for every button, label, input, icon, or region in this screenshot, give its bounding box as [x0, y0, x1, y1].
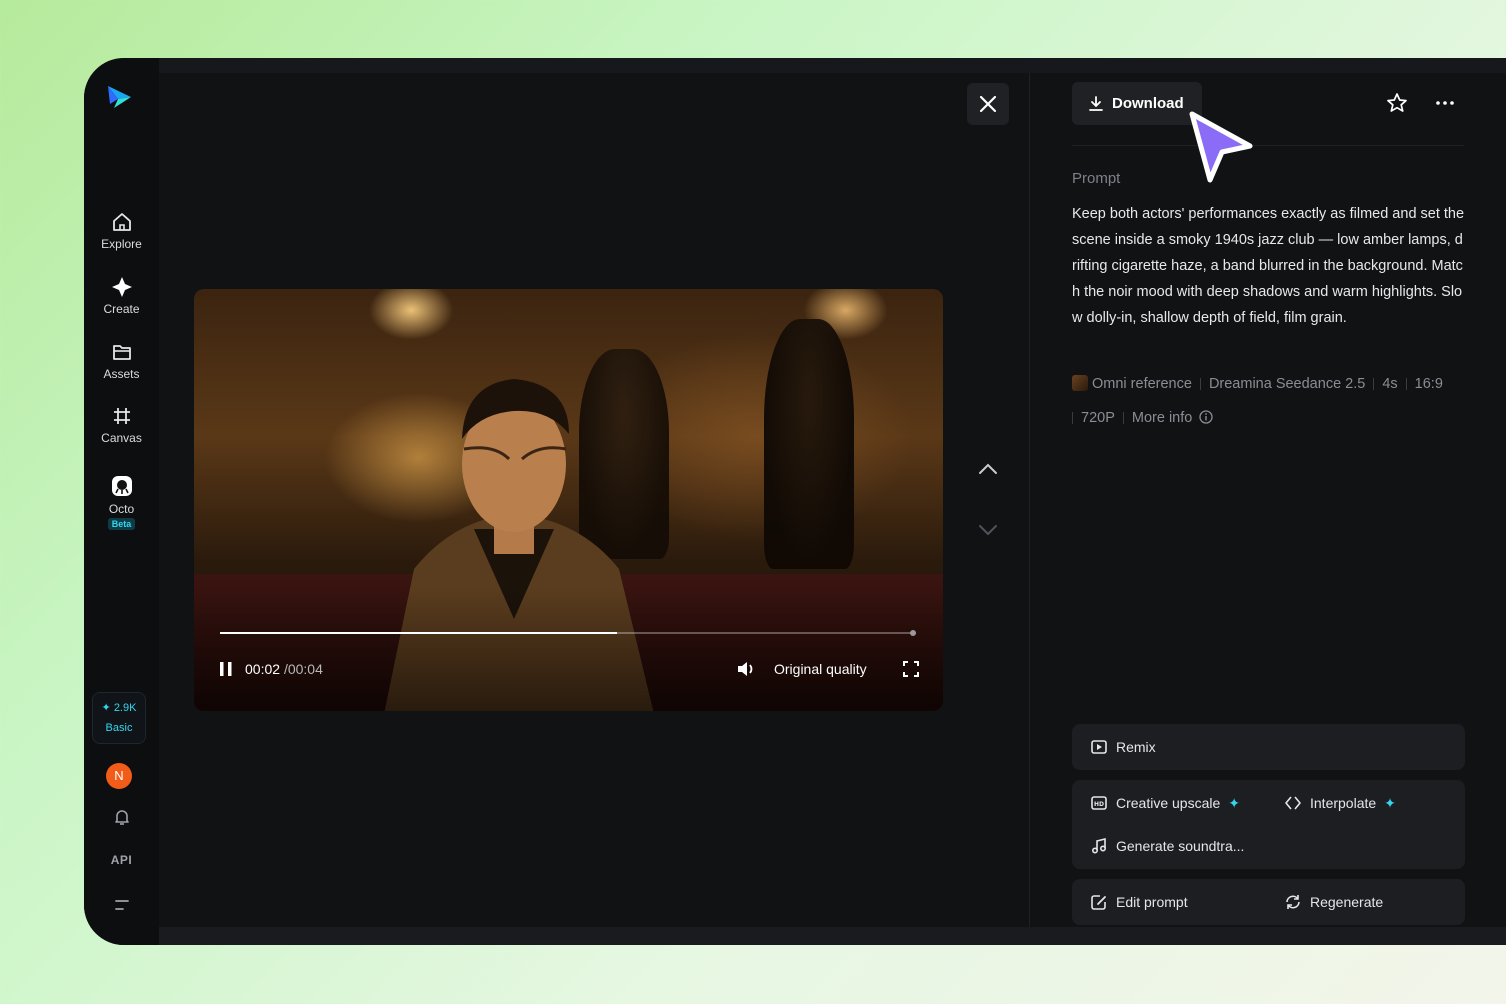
sidebar-item-create[interactable]: Create [84, 276, 159, 316]
more-info-label: More info [1131, 410, 1193, 426]
progress-bar[interactable] [220, 630, 916, 636]
more-info-link[interactable]: More info [1131, 410, 1214, 426]
canvas-icon [113, 408, 130, 424]
interpolate-button[interactable]: Interpolate ✦ [1284, 794, 1396, 812]
folder-icon [112, 345, 131, 360]
avatar[interactable]: N [106, 763, 132, 789]
next-button[interactable] [977, 519, 999, 541]
octo-icon [111, 476, 132, 496]
meta-duration: 4s [1382, 376, 1398, 392]
top-strip [159, 58, 1506, 73]
interpolate-icon [1285, 796, 1301, 810]
sparkle-icon: ✦ [101, 702, 111, 714]
fullscreen-button[interactable] [903, 661, 919, 680]
sidebar-item-explore[interactable]: Explore [84, 211, 159, 251]
beta-badge: Beta [107, 518, 136, 530]
plan-label: Basic [105, 722, 133, 734]
remix-panel[interactable]: Remix [1072, 724, 1465, 770]
progress-fill [220, 632, 617, 634]
meta-resolution: 720P [1081, 410, 1115, 426]
quality-selector[interactable]: Original quality [774, 661, 867, 677]
sidebar-item-assets[interactable]: Assets [84, 341, 159, 381]
close-icon [979, 95, 997, 113]
credits-badge[interactable]: ✦ 2.9K Basic [92, 692, 146, 744]
sparkle-icon: ✦ [1228, 794, 1241, 811]
generation-meta: Omni reference Dreamina Seedance 2.5 4s 16:… [1072, 367, 1472, 435]
previous-button[interactable] [977, 458, 999, 480]
chevron-down-icon [979, 525, 997, 536]
api-link[interactable]: API [84, 853, 159, 867]
remix-label: Remix [1116, 739, 1156, 755]
sidebar: Explore Create Assets Canvas Octo Beta ✦… [84, 58, 159, 945]
edit-panel: Edit prompt Regenerate [1072, 879, 1465, 925]
home-icon [112, 213, 131, 231]
pause-icon [220, 662, 232, 676]
creative-upscale-button[interactable]: HD Creative upscale ✦ [1090, 794, 1240, 812]
edit-prompt-label: Edit prompt [1116, 894, 1188, 910]
edit-icon [1091, 895, 1106, 910]
volume-button[interactable] [736, 660, 756, 681]
generate-soundtrack-button[interactable]: Generate soundtra... [1090, 837, 1244, 855]
video-player[interactable]: 00:02 /00:04 Original quality [194, 289, 943, 711]
refresh-icon [1286, 895, 1300, 909]
interpolate-label: Interpolate [1310, 795, 1377, 811]
sparkle-icon [111, 277, 132, 297]
pointer-cursor-icon [1189, 111, 1253, 183]
close-button[interactable] [967, 83, 1009, 125]
edit-prompt-button[interactable]: Edit prompt [1090, 893, 1188, 911]
prompt-text: Keep both actors' performances exactly a… [1072, 206, 1465, 326]
sidebar-item-octo[interactable]: Octo Beta [84, 474, 159, 530]
reference-thumbnail [1072, 375, 1088, 391]
creative-upscale-label: Creative upscale [1116, 795, 1221, 811]
detail-panel: Download Prompt Keep both actors' perfor… [1030, 73, 1506, 927]
meta-reference: Omni reference [1092, 376, 1192, 392]
music-note-icon [1091, 837, 1107, 854]
meta-ratio: 16:9 [1414, 376, 1443, 392]
sidebar-item-label: Create [103, 302, 140, 316]
more-options-button[interactable] [1434, 92, 1456, 119]
download-label: Download [1112, 95, 1184, 112]
progress-end [910, 630, 916, 636]
chevron-up-icon [979, 463, 997, 474]
regenerate-label: Regenerate [1310, 894, 1384, 910]
favorite-button[interactable] [1386, 92, 1408, 119]
enhance-panel: HD Creative upscale ✦ Interpolate ✦ Gene… [1072, 780, 1465, 869]
download-button[interactable]: Download [1072, 82, 1202, 125]
info-icon [1199, 410, 1214, 424]
sidebar-item-label: Explore [101, 237, 142, 251]
more-icon [1436, 101, 1454, 105]
time-current: 00:02 [245, 661, 281, 677]
menu-button[interactable] [84, 895, 159, 915]
video-frame-detail [764, 319, 854, 569]
time-display: 00:02 /00:04 [245, 661, 323, 677]
sparkle-icon: ✦ [1384, 794, 1396, 811]
sidebar-item-label: Assets [103, 367, 140, 381]
fullscreen-icon [903, 661, 919, 677]
bell-icon [114, 810, 129, 825]
notifications-button[interactable] [84, 807, 159, 827]
meta-model: Dreamina Seedance 2.5 [1208, 376, 1366, 392]
app-logo-icon[interactable] [104, 82, 134, 112]
bottom-strip [159, 927, 1506, 945]
remix-button[interactable]: Remix [1090, 738, 1156, 756]
regenerate-button[interactable]: Regenerate [1284, 893, 1383, 911]
pause-button[interactable] [218, 661, 234, 680]
time-total: 00:04 [287, 661, 323, 677]
app-window: Explore Create Assets Canvas Octo Beta ✦… [84, 58, 1506, 945]
generate-soundtrack-label: Generate soundtra... [1116, 838, 1245, 854]
menu-icon [114, 900, 129, 910]
header-divider [1072, 145, 1464, 146]
prompt-heading: Prompt [1072, 170, 1121, 187]
download-icon [1089, 95, 1103, 111]
sidebar-item-label: Canvas [101, 431, 142, 445]
remix-icon [1091, 740, 1107, 754]
hd-icon: HD [1091, 796, 1107, 810]
video-overlay [194, 589, 943, 711]
star-icon [1387, 93, 1407, 112]
sidebar-item-canvas[interactable]: Canvas [84, 405, 159, 445]
svg-text:HD: HD [1094, 801, 1104, 808]
credits-amount: 2.9K [113, 702, 137, 714]
sidebar-item-label: Octo [108, 502, 135, 516]
volume-icon [738, 662, 753, 676]
